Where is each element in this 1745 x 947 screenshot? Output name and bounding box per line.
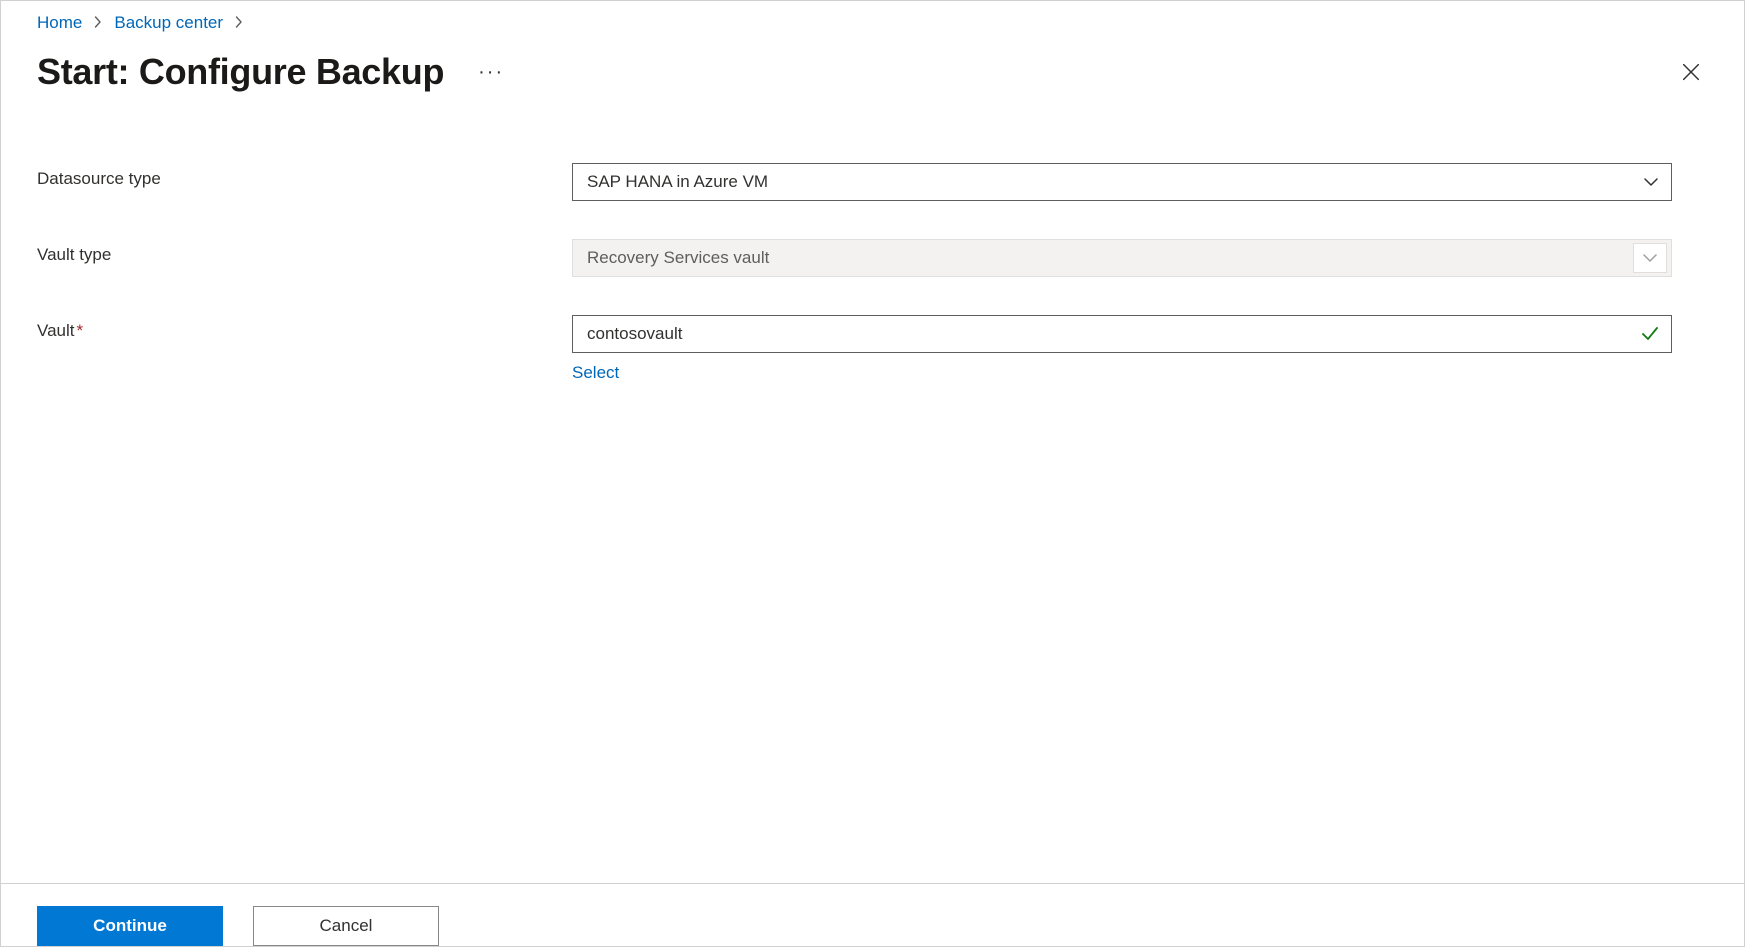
vault-type-row: Vault type Recovery Services vault (37, 239, 1677, 277)
close-button[interactable] (1674, 55, 1708, 89)
form-area: Datasource type SAP HANA in Azure VM Vau… (37, 163, 1677, 383)
vault-type-value: Recovery Services vault (587, 248, 769, 268)
datasource-type-label: Datasource type (37, 163, 572, 189)
required-asterisk: * (77, 321, 84, 340)
page-title: Start: Configure Backup (37, 51, 444, 93)
chevron-right-icon (92, 15, 104, 31)
continue-button[interactable]: Continue (37, 906, 223, 946)
vault-value: contosovault (587, 324, 682, 344)
datasource-type-value: SAP HANA in Azure VM (587, 172, 768, 192)
vault-input[interactable]: contosovault (572, 315, 1672, 353)
vault-type-select: Recovery Services vault (572, 239, 1672, 277)
breadcrumb: Home Backup center (37, 13, 1708, 33)
vault-row: Vault* contosovault Select (37, 315, 1677, 383)
datasource-type-row: Datasource type SAP HANA in Azure VM (37, 163, 1677, 201)
page-header: Start: Configure Backup ··· (37, 51, 1708, 93)
chevron-down-icon (1643, 174, 1659, 190)
checkmark-icon (1641, 325, 1659, 343)
breadcrumb-backup-center[interactable]: Backup center (114, 13, 223, 33)
vault-type-label: Vault type (37, 239, 572, 265)
vault-select-link[interactable]: Select (572, 363, 619, 383)
more-actions-button[interactable]: ··· (472, 58, 510, 86)
datasource-type-select[interactable]: SAP HANA in Azure VM (572, 163, 1672, 201)
close-icon (1680, 61, 1702, 83)
cancel-button[interactable]: Cancel (253, 906, 439, 946)
footer-bar: Continue Cancel (1, 883, 1744, 946)
chevron-down-icon (1633, 243, 1667, 273)
vault-label: Vault* (37, 315, 572, 341)
breadcrumb-home[interactable]: Home (37, 13, 82, 33)
chevron-right-icon (233, 15, 245, 31)
